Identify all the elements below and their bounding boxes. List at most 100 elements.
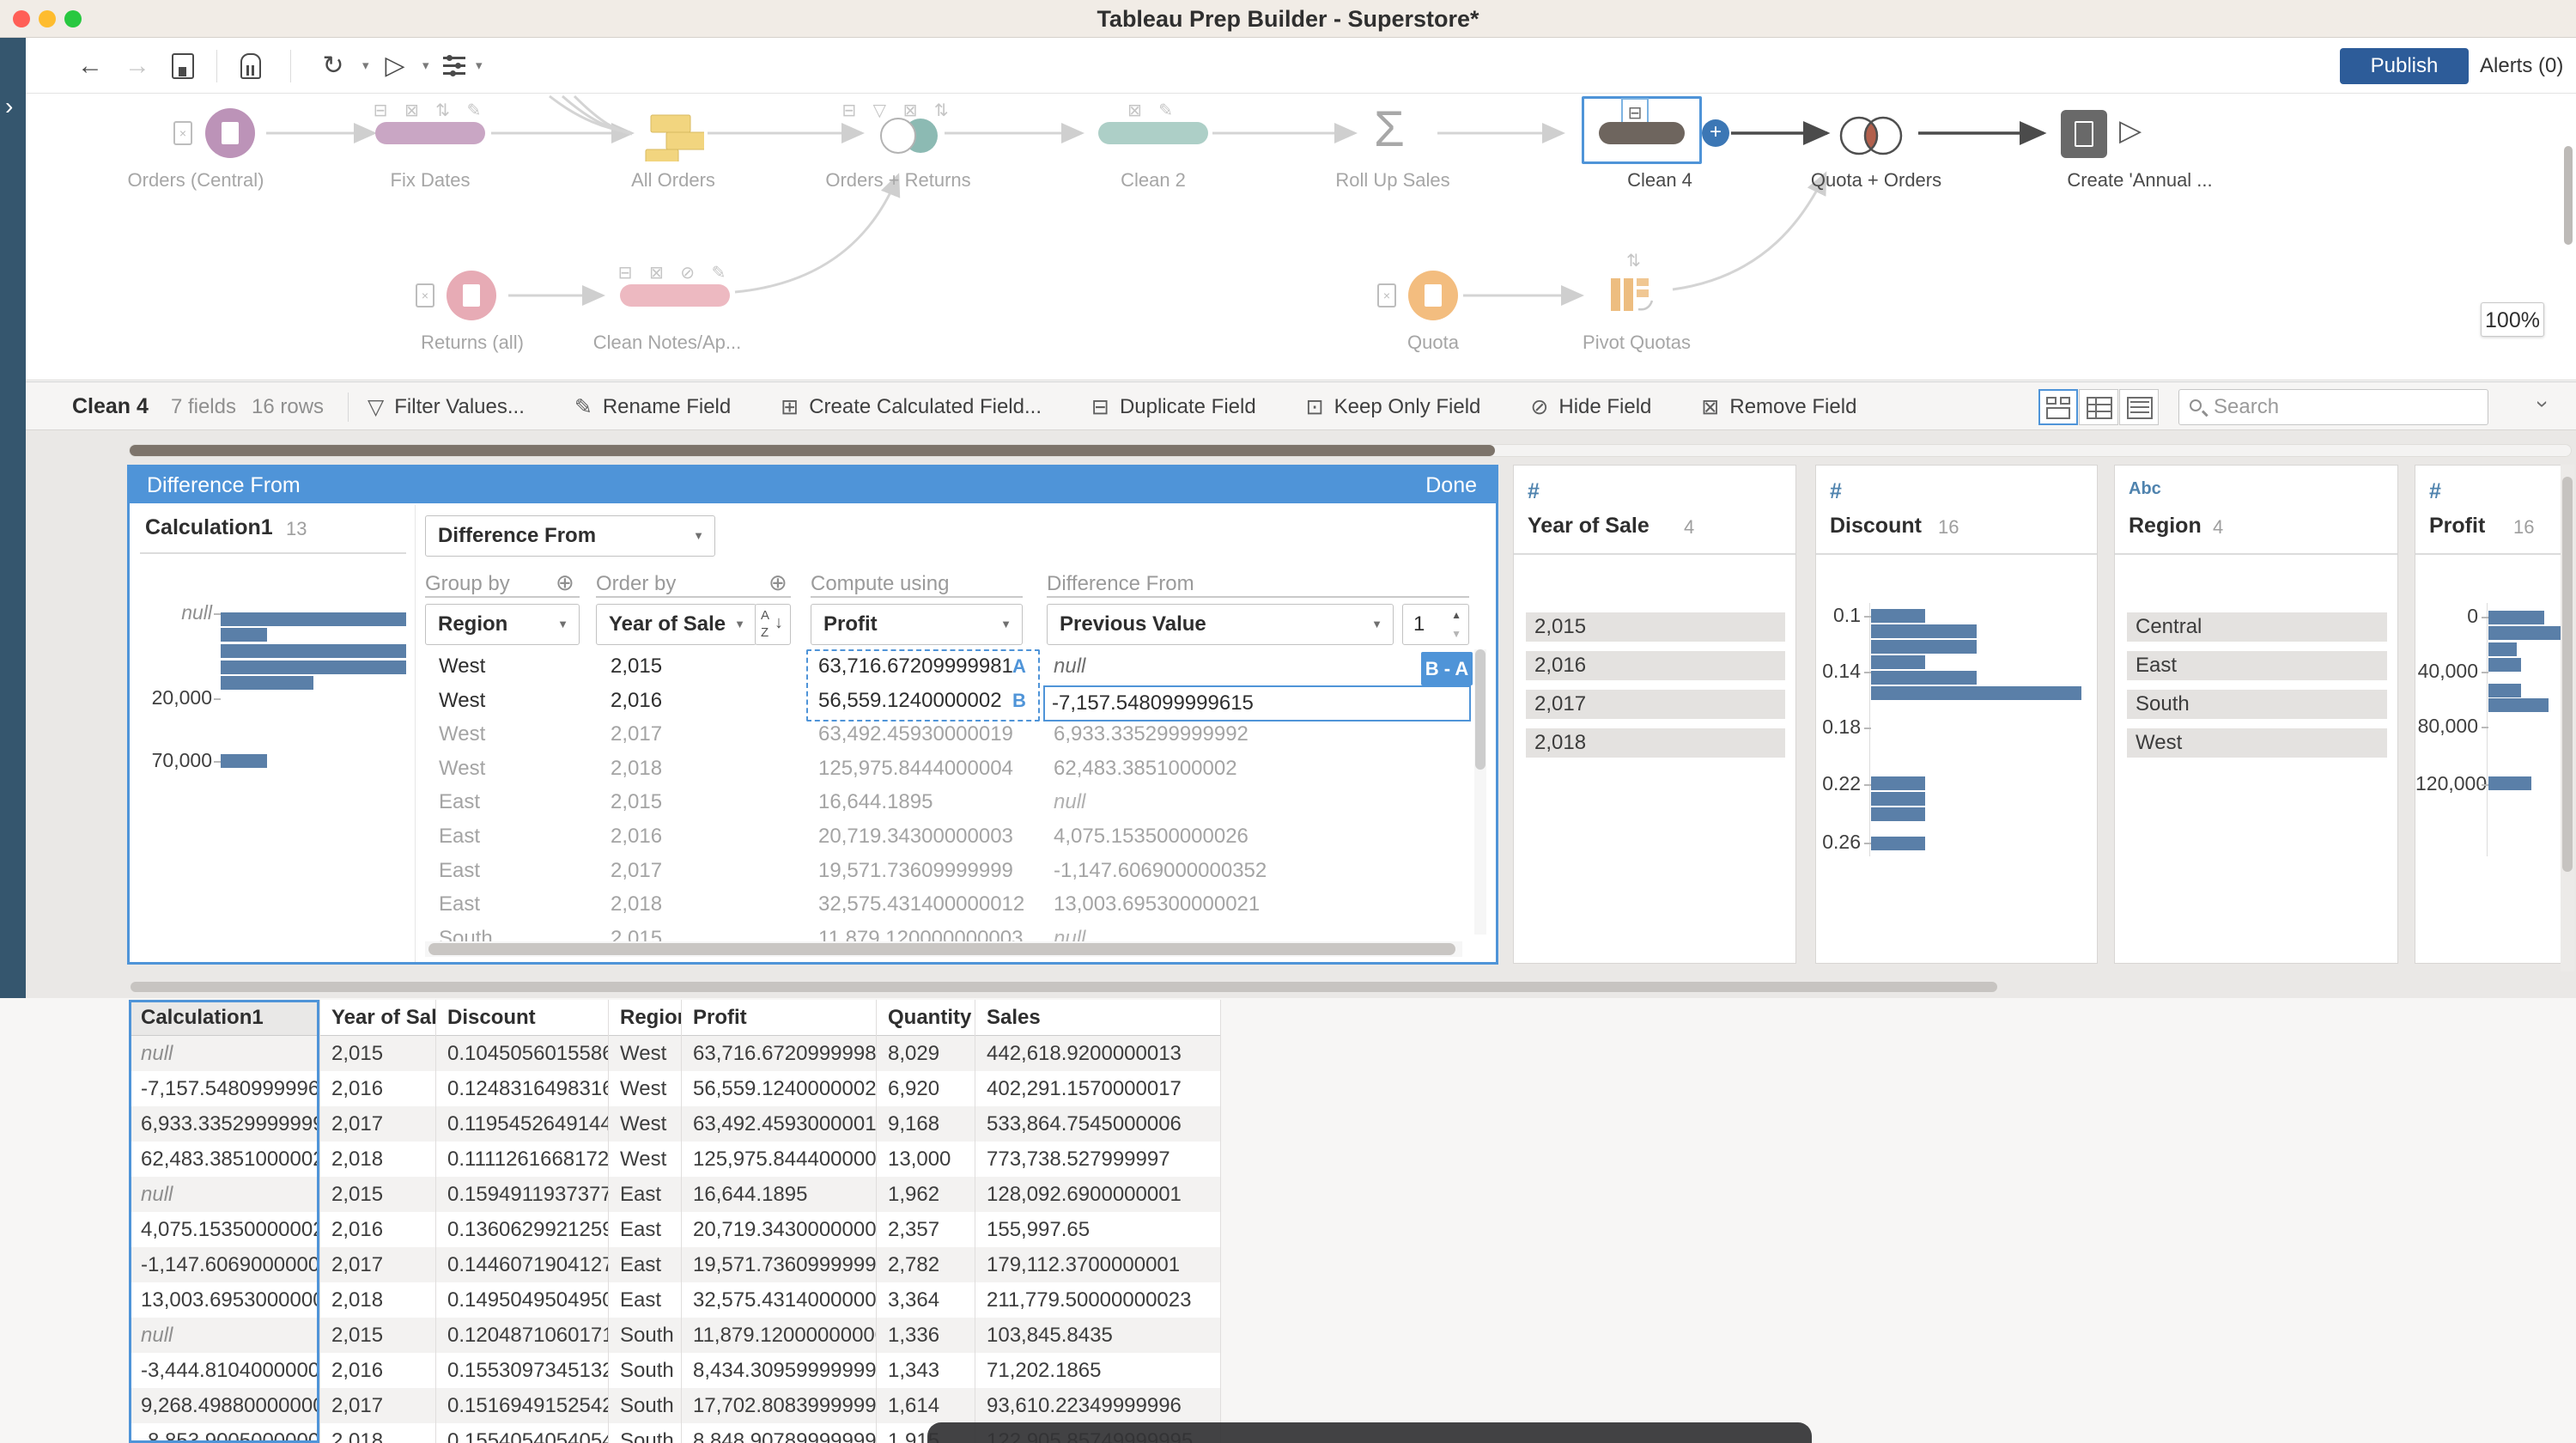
histogram-bar[interactable] bbox=[2488, 642, 2517, 656]
table-row[interactable]: 6,933.335299999992 2,017 0.11954526491447 W… bbox=[129, 1106, 1220, 1142]
difference-edit-input[interactable] bbox=[1052, 688, 1455, 719]
calc-preview-cell: 2,015 bbox=[611, 655, 663, 678]
table-cell: 2,782 bbox=[876, 1247, 975, 1282]
remove-field-badge-icon: × bbox=[1377, 283, 1396, 307]
reference-cells-selection bbox=[806, 649, 1040, 722]
profile-card-profit[interactable]: # Profit 16 0 40,000 80,000 120,000 bbox=[2415, 465, 2573, 964]
card-value-bar[interactable]: West bbox=[2127, 728, 2387, 758]
toolbar-button-rename-field[interactable]: ✎ Rename Field bbox=[574, 394, 731, 420]
histogram-bar[interactable] bbox=[1871, 776, 1925, 790]
card-value-bar[interactable]: 2,015 bbox=[1526, 612, 1785, 642]
calc-preview-cell: East bbox=[439, 892, 481, 916]
histogram-bar[interactable] bbox=[1871, 671, 1977, 685]
profile-card-year-of-sale[interactable]: # Year of Sale 4 2,015 2,016 2,017 2,018 bbox=[1513, 465, 1796, 964]
table-row[interactable]: null 2,015 0.15949119373777 East 16,644.1895… bbox=[129, 1177, 1220, 1212]
histogram-bar[interactable] bbox=[1871, 686, 2081, 700]
done-button[interactable]: Done bbox=[1425, 467, 1477, 503]
profile-card-region[interactable]: Abc Region 4 Central East South West bbox=[2114, 465, 2398, 964]
card-value-bar[interactable]: Central bbox=[2127, 612, 2387, 642]
spinner-up-icon[interactable]: ▲ bbox=[1451, 609, 1461, 621]
card-value: Central bbox=[2136, 615, 2202, 638]
card-value-bar[interactable]: 2,018 bbox=[1526, 728, 1785, 758]
column-header-profit[interactable]: Profit bbox=[681, 1000, 876, 1036]
table-row[interactable]: 13,003.695300000021 2,018 0.14950495049505… bbox=[129, 1282, 1220, 1318]
histogram-bar[interactable] bbox=[1871, 640, 1977, 654]
search-input[interactable] bbox=[2214, 392, 2471, 423]
view-toggle-grid[interactable] bbox=[2079, 389, 2118, 425]
group-by-dropdown[interactable]: Region ▼ bbox=[425, 604, 580, 645]
profile-card-discount[interactable]: # Discount 16 0.1 0.14 0.18 0.22 0.26 bbox=[1815, 465, 2098, 964]
histogram-tick-mark bbox=[2482, 784, 2488, 786]
histogram-bar[interactable] bbox=[1871, 624, 1977, 638]
add-step-plus-icon[interactable]: + bbox=[1702, 119, 1729, 147]
histogram-bar[interactable] bbox=[1871, 837, 1925, 850]
column-header-sales[interactable]: Sales bbox=[975, 1000, 1220, 1036]
table-row[interactable]: -7,157.548099999615 2,016 0.12483164983165… bbox=[129, 1071, 1220, 1106]
view-toggle-profile-grid[interactable] bbox=[2038, 389, 2078, 425]
order-by-dropdown[interactable]: Year of Sale ▼ bbox=[596, 604, 756, 645]
histogram-bar[interactable] bbox=[2488, 611, 2544, 624]
column-header-quantity[interactable]: Quantity bbox=[876, 1000, 975, 1036]
run-output-icon[interactable]: ▷ bbox=[2119, 113, 2142, 148]
calc-preview-cell: 2,016 bbox=[611, 688, 663, 712]
view-toggle-list[interactable] bbox=[2119, 389, 2159, 425]
card-distinct-count: 16 bbox=[1938, 516, 1959, 538]
toolbar-button-remove-field[interactable]: ⊠ Remove Field bbox=[1701, 394, 1856, 420]
add-group-by-icon[interactable]: ⊕ bbox=[556, 569, 574, 596]
table-cell: South bbox=[608, 1353, 681, 1388]
offset-spinner[interactable]: 1 ▲ ▼ bbox=[1402, 604, 1469, 645]
difference-from-dropdown[interactable]: Previous Value ▼ bbox=[1047, 604, 1394, 645]
histogram-bar[interactable] bbox=[2488, 684, 2521, 697]
card-value-bar[interactable]: 2,016 bbox=[1526, 651, 1785, 680]
sort-order-button[interactable]: A Z ↓ bbox=[755, 604, 791, 645]
histogram-bar[interactable] bbox=[1871, 807, 1925, 821]
table-row[interactable]: -1,147.6069000000352 2,017 0.1446071904127… bbox=[129, 1247, 1220, 1282]
histogram-tick-mark bbox=[214, 761, 221, 763]
histogram-bar[interactable] bbox=[2488, 776, 2531, 790]
histogram-bar[interactable] bbox=[1871, 655, 1925, 669]
scrollbar-thumb[interactable] bbox=[1475, 649, 1485, 770]
table-row[interactable]: 62,483.3851000002 2,018 0.11112616681722 We… bbox=[129, 1142, 1220, 1177]
scrollbar-thumb[interactable] bbox=[130, 445, 1495, 456]
table-row[interactable]: null 2,015 0.12048710601719 South 11,879.120… bbox=[129, 1318, 1220, 1353]
column-header-discount[interactable]: Discount bbox=[435, 1000, 608, 1036]
cell-value: 6,920 bbox=[888, 1077, 940, 1100]
column-header-year-of-sale[interactable]: Year of Sale bbox=[319, 1000, 435, 1036]
table-cell: South bbox=[608, 1318, 681, 1353]
cell-value: null bbox=[141, 1183, 173, 1206]
scrollbar-thumb[interactable] bbox=[428, 943, 1455, 955]
table-row[interactable]: -3,444.810400000011 2,016 0.15530973451327… bbox=[129, 1353, 1220, 1388]
spinner-down-icon[interactable]: ▼ bbox=[1451, 628, 1461, 640]
toolbar-button-filter-values[interactable]: ▽ Filter Values... bbox=[368, 394, 525, 420]
compute-using-dropdown[interactable]: Profit ▼ bbox=[811, 604, 1023, 645]
cell-value: West bbox=[620, 1112, 667, 1136]
histogram-bar[interactable] bbox=[2488, 626, 2561, 640]
scrollbar-thumb[interactable] bbox=[131, 982, 1997, 992]
profile-pane: Difference From Done Calculation1 13 nul… bbox=[26, 430, 2576, 998]
table-row[interactable]: 4,075.153500000026 2,016 0.13606299212598 E… bbox=[129, 1212, 1220, 1247]
column-border bbox=[319, 1000, 320, 1443]
table-row[interactable]: 9,268.498800000005 2,017 0.15169491525424 S… bbox=[129, 1388, 1220, 1423]
histogram-bar[interactable] bbox=[1871, 792, 1925, 806]
collapse-pane-chevron-icon[interactable]: › bbox=[2530, 400, 2556, 408]
card-value-bar[interactable]: 2,017 bbox=[1526, 690, 1785, 719]
scrollbar-thumb[interactable] bbox=[2562, 477, 2573, 872]
toolbar-button-hide-field[interactable]: ⊘ Hide Field bbox=[1530, 394, 1651, 420]
calc-type-dropdown[interactable]: Difference From ▼ bbox=[425, 515, 715, 557]
card-value-bar[interactable]: South bbox=[2127, 690, 2387, 719]
column-header-calculation1[interactable]: Calculation1 bbox=[129, 1000, 319, 1036]
table-row[interactable]: null 2,015 0.10450560155869 West 63,716.6720… bbox=[129, 1036, 1220, 1071]
card-value-bar[interactable]: East bbox=[2127, 651, 2387, 680]
search-field[interactable] bbox=[2178, 389, 2488, 425]
toolbar-button-create-calculated-field[interactable]: ⊞ Create Calculated Field... bbox=[781, 394, 1042, 420]
histogram-bar[interactable] bbox=[2488, 698, 2549, 712]
histogram-bar[interactable] bbox=[2488, 658, 2521, 672]
column-header-region[interactable]: Region bbox=[608, 1000, 681, 1036]
difference-edit-cell[interactable] bbox=[1043, 685, 1471, 722]
flow-vertical-scrollbar[interactable] bbox=[2564, 146, 2573, 245]
toolbar-button-keep-only-field[interactable]: ⊡ Keep Only Field bbox=[1306, 394, 1481, 420]
histogram-bar[interactable] bbox=[1871, 609, 1925, 623]
input-node-icon bbox=[1408, 271, 1458, 320]
add-order-by-icon[interactable]: ⊕ bbox=[769, 569, 787, 596]
toolbar-button-duplicate-field[interactable]: ⊟ Duplicate Field bbox=[1091, 394, 1256, 420]
